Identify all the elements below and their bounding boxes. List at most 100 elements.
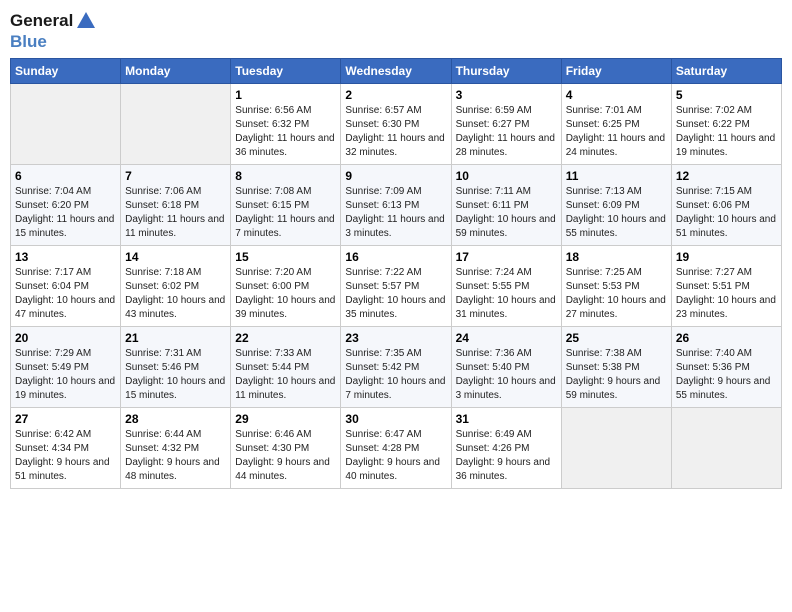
day-number: 9 — [345, 169, 446, 183]
day-info: Sunrise: 7:24 AM Sunset: 5:55 PM Dayligh… — [456, 266, 557, 322]
day-cell: 27 Sunrise: 6:42 AM Sunset: 4:34 PM Dayli… — [11, 408, 121, 489]
calendar-table: SundayMondayTuesdayWednesdayThursdayFrid… — [10, 58, 782, 489]
day-cell: 10 Sunrise: 7:11 AM Sunset: 6:11 PM Dayli… — [451, 165, 561, 246]
day-info: Sunrise: 7:18 AM Sunset: 6:02 PM Dayligh… — [125, 266, 226, 322]
day-cell: 24Sunrise: 7:36 AM Sunset: 5:40 PM Dayli… — [451, 327, 561, 408]
day-number: 26 — [676, 331, 777, 345]
day-header-monday: Monday — [121, 59, 231, 84]
day-info: Sunrise: 6:47 AM Sunset: 4:28 PM Dayligh… — [345, 428, 446, 484]
day-number: 14 — [125, 250, 226, 264]
day-number: 3 — [456, 88, 557, 102]
logo: General Blue — [10, 10, 97, 52]
day-number: 28 — [125, 412, 226, 426]
page-header: General Blue — [10, 10, 782, 52]
day-cell: 6 Sunrise: 7:04 AM Sunset: 6:20 PM Daylig… — [11, 165, 121, 246]
day-header-thursday: Thursday — [451, 59, 561, 84]
day-cell: 20 Sunrise: 7:29 AM Sunset: 5:49 PM Dayli… — [11, 327, 121, 408]
day-number: 16 — [345, 250, 446, 264]
day-number: 17 — [456, 250, 557, 264]
day-cell: 9 Sunrise: 7:09 AM Sunset: 6:13 PM Daylig… — [341, 165, 451, 246]
day-number: 15 — [235, 250, 336, 264]
day-cell: 23 Sunrise: 7:35 AM Sunset: 5:42 PM Dayli… — [341, 327, 451, 408]
day-cell: 21 Sunrise: 7:31 AM Sunset: 5:46 PM Dayli… — [121, 327, 231, 408]
day-info: Sunrise: 7:29 AM Sunset: 5:49 PM Dayligh… — [15, 347, 116, 403]
day-info: Sunrise: 6:44 AM Sunset: 4:32 PM Dayligh… — [125, 428, 226, 484]
day-number: 12 — [676, 169, 777, 183]
day-info: Sunrise: 7:40 AM Sunset: 5:36 PM Dayligh… — [676, 347, 777, 403]
day-info: Sunrise: 7:04 AM Sunset: 6:20 PM Dayligh… — [15, 185, 116, 241]
day-number: 6 — [15, 169, 116, 183]
week-row-3: 13Sunrise: 7:17 AM Sunset: 6:04 PM Dayli… — [11, 246, 782, 327]
day-info: Sunrise: 7:13 AM Sunset: 6:09 PM Dayligh… — [566, 185, 667, 241]
day-number: 8 — [235, 169, 336, 183]
week-row-4: 20 Sunrise: 7:29 AM Sunset: 5:49 PM Dayli… — [11, 327, 782, 408]
day-cell — [561, 408, 671, 489]
day-header-sunday: Sunday — [11, 59, 121, 84]
day-cell: 4Sunrise: 7:01 AM Sunset: 6:25 PM Daylig… — [561, 84, 671, 165]
day-info: Sunrise: 6:59 AM Sunset: 6:27 PM Dayligh… — [456, 104, 557, 160]
day-number: 4 — [566, 88, 667, 102]
day-number: 20 — [15, 331, 116, 345]
day-cell: 14 Sunrise: 7:18 AM Sunset: 6:02 PM Dayli… — [121, 246, 231, 327]
day-cell — [671, 408, 781, 489]
header-row: SundayMondayTuesdayWednesdayThursdayFrid… — [11, 59, 782, 84]
day-info: Sunrise: 7:02 AM Sunset: 6:22 PM Dayligh… — [676, 104, 777, 160]
day-cell: 13Sunrise: 7:17 AM Sunset: 6:04 PM Dayli… — [11, 246, 121, 327]
day-number: 29 — [235, 412, 336, 426]
day-number: 22 — [235, 331, 336, 345]
day-number: 10 — [456, 169, 557, 183]
day-info: Sunrise: 6:42 AM Sunset: 4:34 PM Dayligh… — [15, 428, 116, 484]
day-info: Sunrise: 7:08 AM Sunset: 6:15 PM Dayligh… — [235, 185, 336, 241]
day-info: Sunrise: 7:09 AM Sunset: 6:13 PM Dayligh… — [345, 185, 446, 241]
day-info: Sunrise: 6:56 AM Sunset: 6:32 PM Dayligh… — [235, 104, 336, 160]
day-number: 11 — [566, 169, 667, 183]
day-header-saturday: Saturday — [671, 59, 781, 84]
day-info: Sunrise: 7:27 AM Sunset: 5:51 PM Dayligh… — [676, 266, 777, 322]
logo-blue-text: Blue — [10, 32, 47, 51]
day-number: 27 — [15, 412, 116, 426]
day-cell: 12 Sunrise: 7:15 AM Sunset: 6:06 PM Dayli… — [671, 165, 781, 246]
day-cell: 8 Sunrise: 7:08 AM Sunset: 6:15 PM Daylig… — [231, 165, 341, 246]
day-cell: 16 Sunrise: 7:22 AM Sunset: 5:57 PM Dayli… — [341, 246, 451, 327]
day-info: Sunrise: 7:06 AM Sunset: 6:18 PM Dayligh… — [125, 185, 226, 241]
day-number: 1 — [235, 88, 336, 102]
day-info: Sunrise: 7:11 AM Sunset: 6:11 PM Dayligh… — [456, 185, 557, 241]
day-number: 5 — [676, 88, 777, 102]
day-cell: 18Sunrise: 7:25 AM Sunset: 5:53 PM Dayli… — [561, 246, 671, 327]
day-info: Sunrise: 7:20 AM Sunset: 6:00 PM Dayligh… — [235, 266, 336, 322]
day-number: 21 — [125, 331, 226, 345]
day-cell: 7Sunrise: 7:06 AM Sunset: 6:18 PM Daylig… — [121, 165, 231, 246]
day-cell: 29 Sunrise: 6:46 AM Sunset: 4:30 PM Dayli… — [231, 408, 341, 489]
day-cell: 15 Sunrise: 7:20 AM Sunset: 6:00 PM Dayli… — [231, 246, 341, 327]
day-cell: 19 Sunrise: 7:27 AM Sunset: 5:51 PM Dayli… — [671, 246, 781, 327]
day-number: 2 — [345, 88, 446, 102]
day-info: Sunrise: 7:25 AM Sunset: 5:53 PM Dayligh… — [566, 266, 667, 322]
day-header-wednesday: Wednesday — [341, 59, 451, 84]
day-cell: 25Sunrise: 7:38 AM Sunset: 5:38 PM Dayli… — [561, 327, 671, 408]
day-info: Sunrise: 7:31 AM Sunset: 5:46 PM Dayligh… — [125, 347, 226, 403]
day-header-tuesday: Tuesday — [231, 59, 341, 84]
day-cell: 26 Sunrise: 7:40 AM Sunset: 5:36 PM Dayli… — [671, 327, 781, 408]
day-cell — [121, 84, 231, 165]
day-cell — [11, 84, 121, 165]
day-info: Sunrise: 7:15 AM Sunset: 6:06 PM Dayligh… — [676, 185, 777, 241]
day-cell: 2Sunrise: 6:57 AM Sunset: 6:30 PM Daylig… — [341, 84, 451, 165]
day-info: Sunrise: 7:17 AM Sunset: 6:04 PM Dayligh… — [15, 266, 116, 322]
day-cell: 5 Sunrise: 7:02 AM Sunset: 6:22 PM Daylig… — [671, 84, 781, 165]
day-number: 25 — [566, 331, 667, 345]
logo-general-text: General — [10, 11, 73, 31]
day-info: Sunrise: 7:35 AM Sunset: 5:42 PM Dayligh… — [345, 347, 446, 403]
day-number: 31 — [456, 412, 557, 426]
week-row-1: 1 Sunrise: 6:56 AM Sunset: 6:32 PM Daylig… — [11, 84, 782, 165]
logo-icon — [75, 10, 97, 32]
day-number: 30 — [345, 412, 446, 426]
day-cell: 31 Sunrise: 6:49 AM Sunset: 4:26 PM Dayli… — [451, 408, 561, 489]
day-header-friday: Friday — [561, 59, 671, 84]
day-info: Sunrise: 6:49 AM Sunset: 4:26 PM Dayligh… — [456, 428, 557, 484]
day-number: 19 — [676, 250, 777, 264]
day-info: Sunrise: 7:33 AM Sunset: 5:44 PM Dayligh… — [235, 347, 336, 403]
day-info: Sunrise: 7:22 AM Sunset: 5:57 PM Dayligh… — [345, 266, 446, 322]
day-number: 23 — [345, 331, 446, 345]
day-info: Sunrise: 6:46 AM Sunset: 4:30 PM Dayligh… — [235, 428, 336, 484]
day-info: Sunrise: 7:36 AM Sunset: 5:40 PM Dayligh… — [456, 347, 557, 403]
